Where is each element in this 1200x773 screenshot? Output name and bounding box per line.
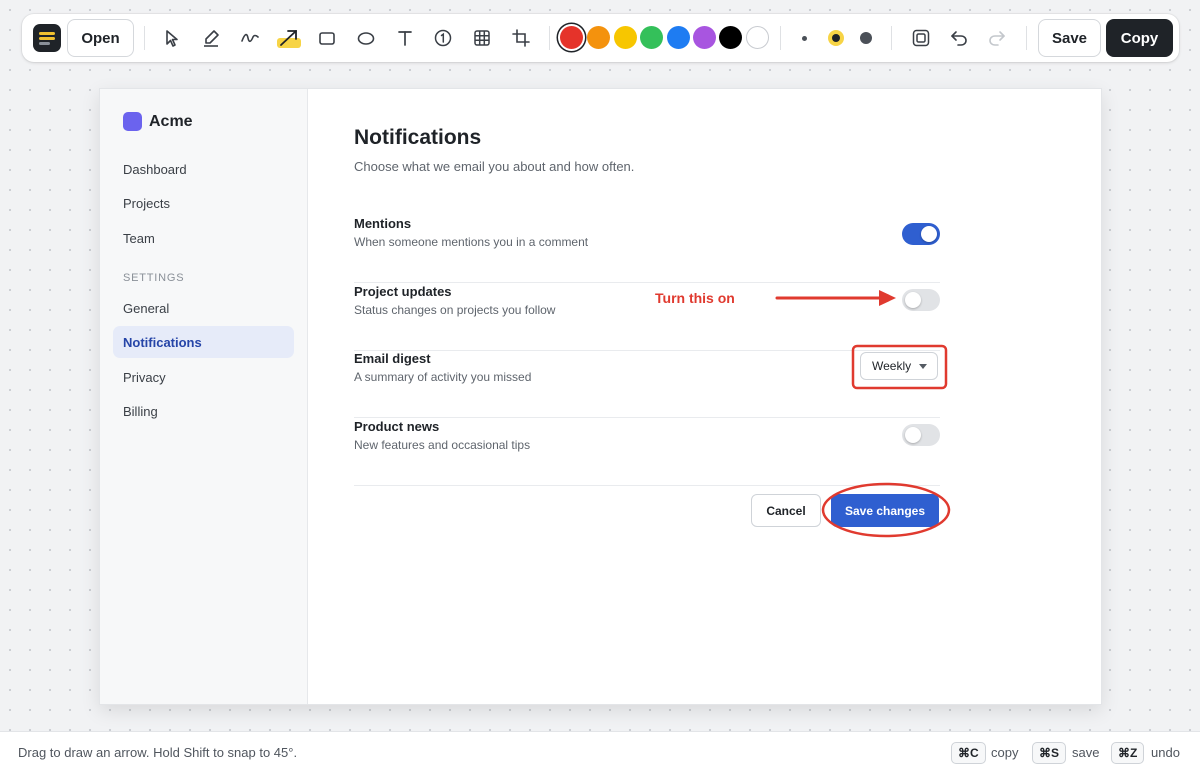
shadow-frame-icon[interactable]: [908, 25, 934, 51]
select-pointer-icon[interactable]: [159, 25, 185, 51]
color-swatch-red[interactable]: [560, 26, 583, 49]
setting-row-mentions: Mentions When someone mentions you in a …: [354, 216, 940, 283]
stroke-small-icon[interactable]: [802, 36, 807, 41]
stroke-large-icon[interactable]: [860, 32, 872, 44]
project-updates-toggle[interactable]: [902, 289, 940, 311]
shortcut-key: ⌘C: [951, 742, 986, 764]
shortcut-key: ⌘Z: [1111, 742, 1145, 764]
setting-title: Product news: [354, 419, 440, 434]
pixelate-icon[interactable]: [469, 25, 495, 51]
sidebar-item-projects[interactable]: Projects: [113, 187, 294, 219]
mentions-toggle[interactable]: [902, 223, 940, 245]
page-title: Notifications: [354, 126, 482, 149]
product-news-toggle[interactable]: [902, 424, 940, 446]
color-swatch-orange[interactable]: [587, 26, 610, 49]
shortcut-label: save: [1072, 745, 1100, 760]
save-button[interactable]: Save: [1038, 19, 1101, 57]
color-swatch-black[interactable]: [719, 26, 742, 49]
page-subtitle: Choose what we email you about and how o…: [354, 159, 635, 174]
email-digest-value: Weekly: [872, 359, 912, 373]
freehand-icon[interactable]: [237, 25, 263, 51]
color-swatch-blue[interactable]: [667, 26, 690, 49]
sidebar-item-billing[interactable]: Billing: [113, 395, 294, 427]
brand: Acme: [123, 112, 193, 131]
crop-icon[interactable]: [508, 25, 534, 51]
sidebar-item-team[interactable]: Team: [113, 222, 294, 254]
ellipse-icon[interactable]: [353, 25, 379, 51]
sidebar-item-dashboard[interactable]: Dashboard: [113, 153, 294, 185]
color-swatch-green[interactable]: [640, 26, 663, 49]
brand-name: Acme: [149, 112, 193, 130]
step-number-icon[interactable]: [430, 25, 456, 51]
setting-row-project-updates: Project updates Status changes on projec…: [354, 284, 940, 351]
setting-description: Status changes on projects you follow: [354, 303, 556, 317]
open-button[interactable]: Open: [67, 19, 134, 57]
color-swatch-white[interactable]: [746, 26, 769, 49]
sidebar-item-privacy[interactable]: Privacy: [113, 361, 294, 393]
sidebar-item-notifications[interactable]: Notifications: [113, 326, 294, 358]
sidebar-item-general[interactable]: General: [113, 292, 294, 324]
sidebar-section-label: SETTINGS: [123, 272, 185, 284]
setting-row-product-news: Product news New features and occasional…: [354, 419, 940, 486]
color-swatch-yellow[interactable]: [614, 26, 637, 49]
screenshot-canvas: Acme Dashboard Projects Team SETTINGS Ge…: [99, 88, 1102, 705]
setting-title: Project updates: [354, 284, 452, 299]
toolbar-divider: [780, 26, 781, 50]
status-hint: Drag to draw an arrow. Hold Shift to sna…: [18, 745, 298, 760]
highlighter-icon[interactable]: [198, 25, 224, 51]
cancel-button[interactable]: Cancel: [751, 494, 821, 527]
toolbar-divider: [1026, 26, 1027, 50]
save-changes-button[interactable]: Save changes: [831, 494, 939, 527]
toolbar-divider: [144, 26, 145, 50]
color-swatch-purple[interactable]: [693, 26, 716, 49]
app-logo-icon: [33, 24, 61, 52]
setting-description: New features and occasional tips: [354, 438, 531, 452]
text-icon[interactable]: [392, 25, 418, 51]
annotation-callout-text[interactable]: Turn this on: [655, 290, 735, 306]
setting-title: Mentions: [354, 216, 412, 231]
arrow-icon[interactable]: [275, 24, 303, 52]
shortcut-label: copy: [991, 745, 1019, 760]
sidebar: Acme Dashboard Projects Team SETTINGS Ge…: [100, 89, 308, 704]
toolbar-divider: [891, 26, 892, 50]
annotation-toolbar: Open Save Copy: [22, 14, 1179, 62]
chevron-down-icon: [919, 364, 927, 369]
email-digest-select[interactable]: Weekly: [860, 352, 938, 380]
status-bar: Drag to draw an arrow. Hold Shift to sna…: [0, 731, 1200, 773]
copy-button[interactable]: Copy: [1106, 19, 1173, 57]
settings-content: Notifications Choose what we email you a…: [308, 89, 1101, 704]
shortcut-label: undo: [1151, 745, 1180, 760]
brand-logo-icon: [123, 112, 142, 131]
setting-title: Email digest: [354, 351, 431, 366]
setting-description: A summary of activity you missed: [354, 370, 532, 384]
setting-description: When someone mentions you in a comment: [354, 235, 589, 249]
rectangle-icon[interactable]: [314, 25, 340, 51]
stroke-medium-icon[interactable]: [828, 30, 844, 46]
redo-icon[interactable]: [984, 25, 1010, 51]
undo-icon[interactable]: [946, 25, 972, 51]
toolbar-divider: [549, 26, 550, 50]
shortcut-key: ⌘S: [1032, 742, 1067, 764]
